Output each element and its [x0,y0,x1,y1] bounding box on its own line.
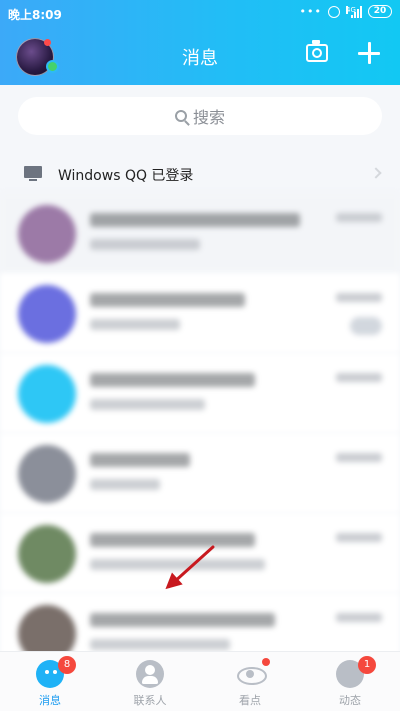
camera-icon[interactable] [306,40,328,62]
conversation-title [90,293,245,307]
tab-feed[interactable]: 1 动态 [300,652,400,711]
search-icon [174,110,187,122]
watch-icon [236,660,267,688]
page-title: 消息 [182,48,218,69]
status-bar: 晚上8:09 ••• 4G 20 [0,0,400,28]
header-bar: 晚上8:09 ••• 4G 20 消息 [0,0,400,85]
conversation-time [336,613,382,622]
conversation-list [0,193,400,673]
tab-label: 看点 [239,694,261,707]
conversation-preview [90,239,200,250]
tab-watch[interactable]: 看点 [200,652,300,711]
conversation-row[interactable] [0,353,400,433]
status-icons: ••• 4G 20 [300,5,392,18]
conversation-avatar [18,525,76,583]
device-login-notice[interactable]: Windows QQ 已登录 [0,155,400,193]
conversation-preview [90,639,230,650]
conversation-avatar [18,445,76,503]
tab-label: 联系人 [133,694,167,707]
conversation-time [336,453,382,462]
conversation-time [336,533,382,542]
message-content: 搜索 Windows QQ 已登录 [0,85,400,673]
conversation-title [90,213,300,227]
chevron-right-icon [370,167,382,179]
conversation-title [90,613,275,627]
device-login-text: Windows QQ 已登录 [58,168,194,184]
conversation-time [336,293,382,302]
tab-contacts[interactable]: 联系人 [100,652,200,711]
conversation-title [90,373,255,387]
conversation-preview [90,479,160,490]
more-dots-icon: ••• [299,5,322,18]
conversation-preview [90,399,205,410]
conversation-preview [90,559,265,570]
conversation-time [336,213,382,222]
battery-icon: 20 [368,5,392,18]
conversation-row[interactable] [0,193,400,273]
feed-badge: 1 [358,656,376,674]
bottom-tab-bar: 8 消息 联系人 看点 1 动态 [0,651,400,711]
conversation-row[interactable] [0,513,400,593]
tab-messages[interactable]: 8 消息 [0,652,100,711]
conversation-row[interactable] [0,433,400,513]
conversation-avatar [18,365,76,423]
unread-pill [350,317,382,335]
plus-icon[interactable] [358,42,380,64]
contacts-icon [136,660,164,688]
tab-label: 动态 [339,694,361,707]
search-input[interactable]: 搜索 [18,97,382,135]
tab-label: 消息 [39,694,61,707]
search-placeholder: 搜索 [192,108,225,127]
conversation-title [90,453,190,467]
conversation-avatar [18,205,76,263]
monitor-icon [24,166,42,181]
conversation-title [90,533,255,547]
network-type: 4G [346,5,356,14]
signal-icon: 4G [346,5,362,18]
watch-dot [262,658,270,666]
conversation-preview [90,319,180,330]
status-time: 晚上8:09 [8,8,62,22]
alarm-icon [328,5,340,18]
conversation-avatar [18,285,76,343]
conversation-time [336,373,382,382]
conversation-row[interactable] [0,273,400,353]
messages-badge: 8 [58,656,76,674]
